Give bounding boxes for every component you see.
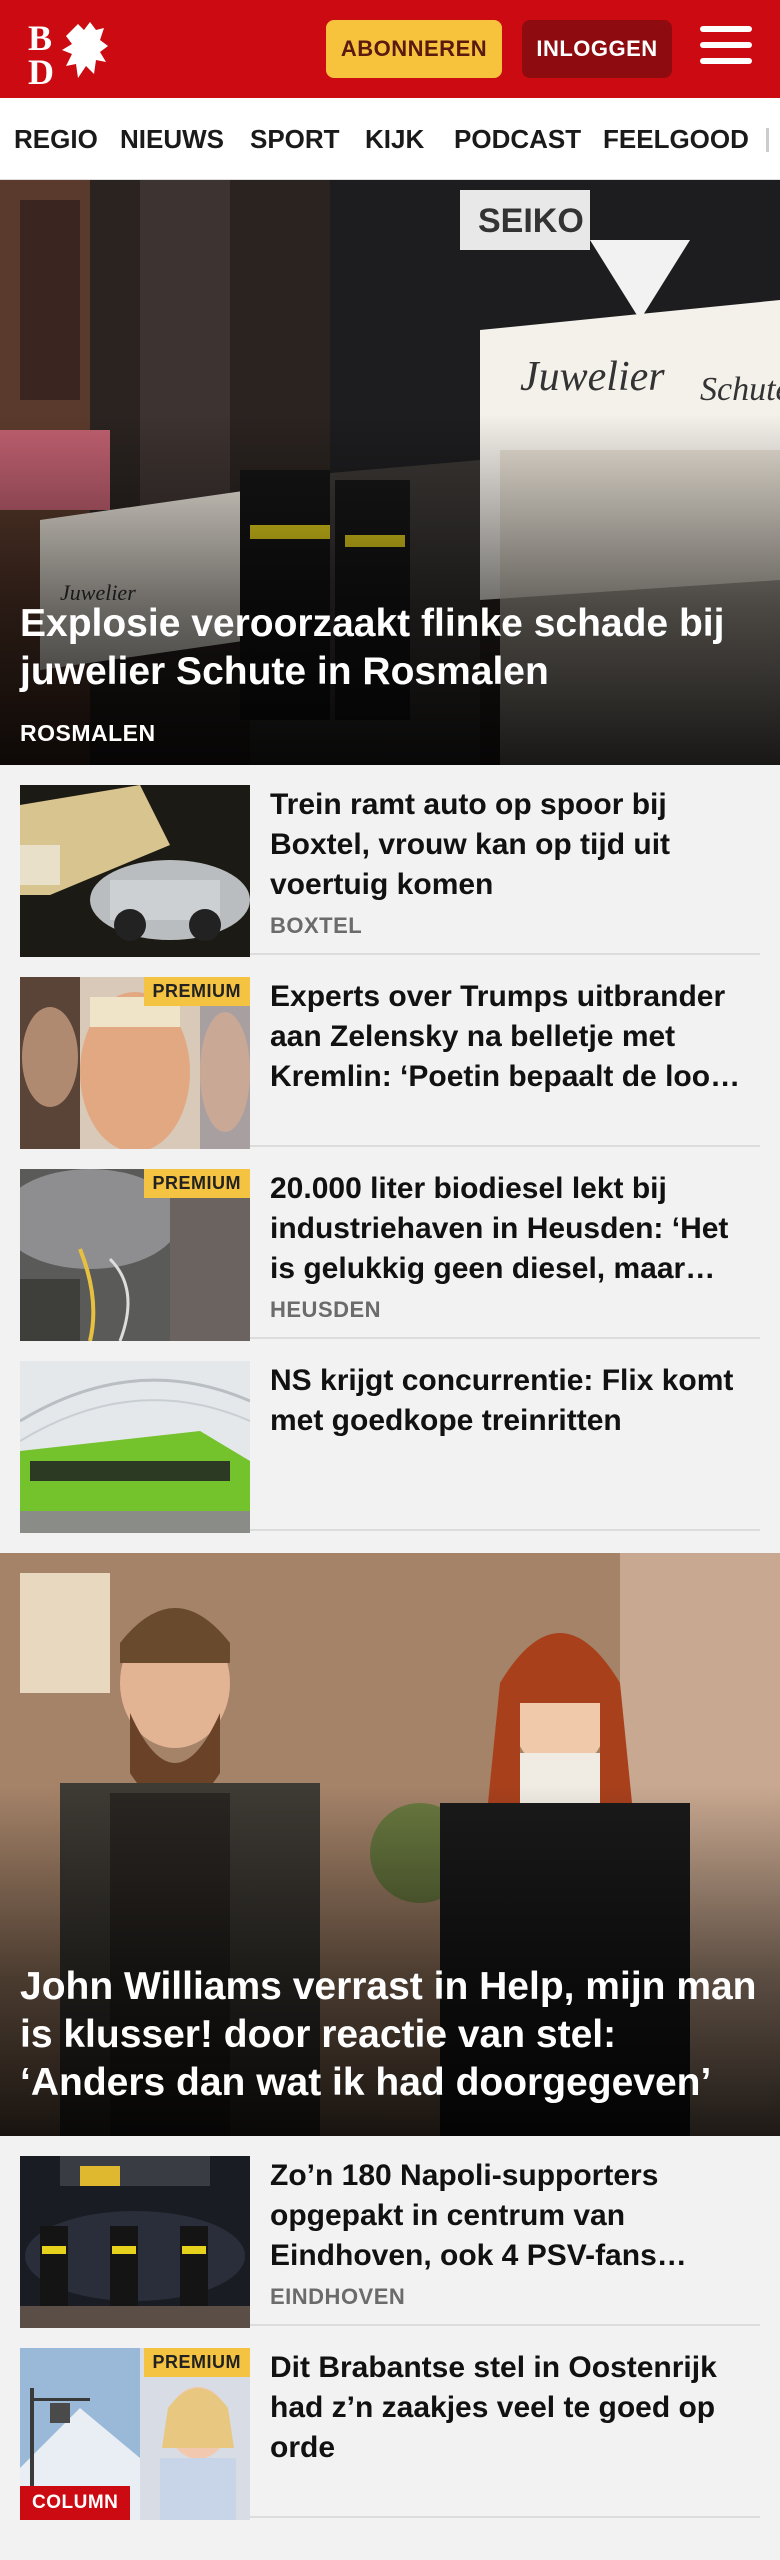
- article-thumbnail: [20, 1361, 250, 1533]
- article-location: BOXTEL: [270, 913, 363, 938]
- article-thumbnail: PREMIUM: [20, 1169, 250, 1341]
- svg-text:D: D: [28, 52, 54, 86]
- subscribe-button[interactable]: ABONNEREN: [326, 20, 502, 78]
- bd-logo[interactable]: B D: [26, 16, 116, 92]
- article-title[interactable]: NS krijgt concurrentie: Flix komt met go…: [270, 1361, 750, 1441]
- nav-overflow-hint: [766, 128, 769, 152]
- hero-overlay: [0, 414, 780, 765]
- article-thumbnail: [20, 785, 250, 957]
- column-badge: COLUMN: [20, 2486, 131, 2520]
- site-header: B D ABONNEREN INLOGGEN: [0, 0, 780, 98]
- premium-badge: PREMIUM: [143, 1169, 250, 1198]
- menu-icon[interactable]: [700, 26, 752, 72]
- article-title[interactable]: 20.000 liter biodiesel lekt bij industri…: [270, 1169, 750, 1289]
- list-item[interactable]: PREMIUM 20.000 liter biodiesel lekt bij …: [20, 1149, 760, 1341]
- hero-article-jeweler[interactable]: SEIKO Juwelier Schute Juwelier Explosie …: [0, 180, 780, 765]
- nav-item-sport[interactable]: SPORT: [250, 98, 340, 179]
- nav-item-kijk[interactable]: KIJK: [365, 98, 424, 179]
- svg-text:SEIKO: SEIKO: [478, 202, 584, 240]
- article-title[interactable]: Dit Brabantse stel in Oostenrijk had z’n…: [270, 2348, 750, 2468]
- article-location: HEUSDEN: [270, 1297, 382, 1322]
- login-button[interactable]: INLOGGEN: [522, 20, 672, 78]
- article-location: EINDHOVEN: [270, 2284, 406, 2309]
- list-item[interactable]: PREMIUM COLUMN Dit Brabantse stel in Oos…: [20, 2328, 760, 2520]
- article-title[interactable]: Experts over Trumps uitbrander aan Zelen…: [270, 977, 750, 1097]
- list-item[interactable]: Trein ramt auto op spoor bij Boxtel, vro…: [20, 765, 760, 957]
- premium-badge: PREMIUM: [143, 2348, 250, 2377]
- nav-item-nieuws[interactable]: NIEUWS: [120, 98, 224, 179]
- hero-title[interactable]: John Williams verrast in Help, mijn man …: [20, 1963, 760, 2107]
- premium-badge: PREMIUM: [143, 977, 250, 1006]
- list-item[interactable]: Zo’n 180 Napoli-supporters opgepakt in c…: [20, 2136, 760, 2328]
- article-title[interactable]: Trein ramt auto op spoor bij Boxtel, vro…: [270, 785, 750, 905]
- svg-text:Juwelier: Juwelier: [520, 354, 665, 400]
- svg-text:Schute: Schute: [700, 371, 780, 408]
- nav-item-podcast[interactable]: PODCAST: [454, 98, 581, 179]
- article-thumbnail: PREMIUM: [20, 977, 250, 1149]
- list-item[interactable]: PREMIUM Experts over Trumps uitbrander a…: [20, 957, 760, 1149]
- article-thumbnail: [20, 2156, 250, 2328]
- nav-item-regio[interactable]: REGIO: [14, 98, 98, 179]
- hero-location: ROSMALEN: [20, 720, 156, 746]
- list-item[interactable]: NS krijgt concurrentie: Flix komt met go…: [20, 1341, 760, 1533]
- article-title[interactable]: Zo’n 180 Napoli-supporters opgepakt in c…: [270, 2156, 750, 2276]
- hero-title[interactable]: Explosie veroorzaakt flinke schade bij j…: [20, 600, 760, 696]
- article-thumbnail: PREMIUM COLUMN: [20, 2348, 250, 2520]
- section-nav: REGIO NIEUWS SPORT KIJK PODCAST FEELGOOD: [0, 98, 780, 180]
- hero-article-help-klusser[interactable]: John Williams verrast in Help, mijn man …: [0, 1553, 780, 2136]
- nav-item-feelgood[interactable]: FEELGOOD: [603, 98, 749, 179]
